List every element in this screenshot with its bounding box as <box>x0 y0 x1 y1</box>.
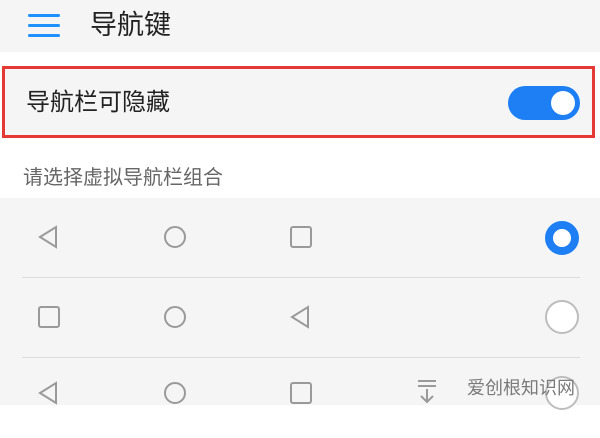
combo-radio-2[interactable] <box>545 300 579 334</box>
home-icon <box>164 382 186 404</box>
notification-pull-down-icon <box>418 380 436 404</box>
recent-icon <box>38 306 60 328</box>
home-icon <box>164 226 186 248</box>
combo-list <box>0 198 600 410</box>
back-icon <box>290 305 309 329</box>
hide-navbar-row[interactable]: 导航栏可隐藏 <box>2 66 595 138</box>
combo-radio-1[interactable] <box>545 221 579 255</box>
combo-row-1[interactable] <box>0 198 600 278</box>
recent-icon <box>290 382 312 404</box>
back-icon <box>38 225 57 249</box>
section-title: 请选择虚拟导航栏组合 <box>23 165 223 189</box>
hide-navbar-toggle[interactable] <box>508 86 580 120</box>
app-header: 导航键 <box>0 0 600 52</box>
combo-row-2[interactable] <box>0 278 600 358</box>
recent-icon <box>290 226 312 248</box>
toggle-knob <box>551 91 575 115</box>
menu-icon[interactable] <box>28 14 60 38</box>
page-title: 导航键 <box>90 10 171 41</box>
home-icon <box>164 306 186 328</box>
back-icon <box>38 381 57 405</box>
watermark: 爱创根知识网 <box>467 378 575 399</box>
hide-navbar-label: 导航栏可隐藏 <box>26 88 170 116</box>
